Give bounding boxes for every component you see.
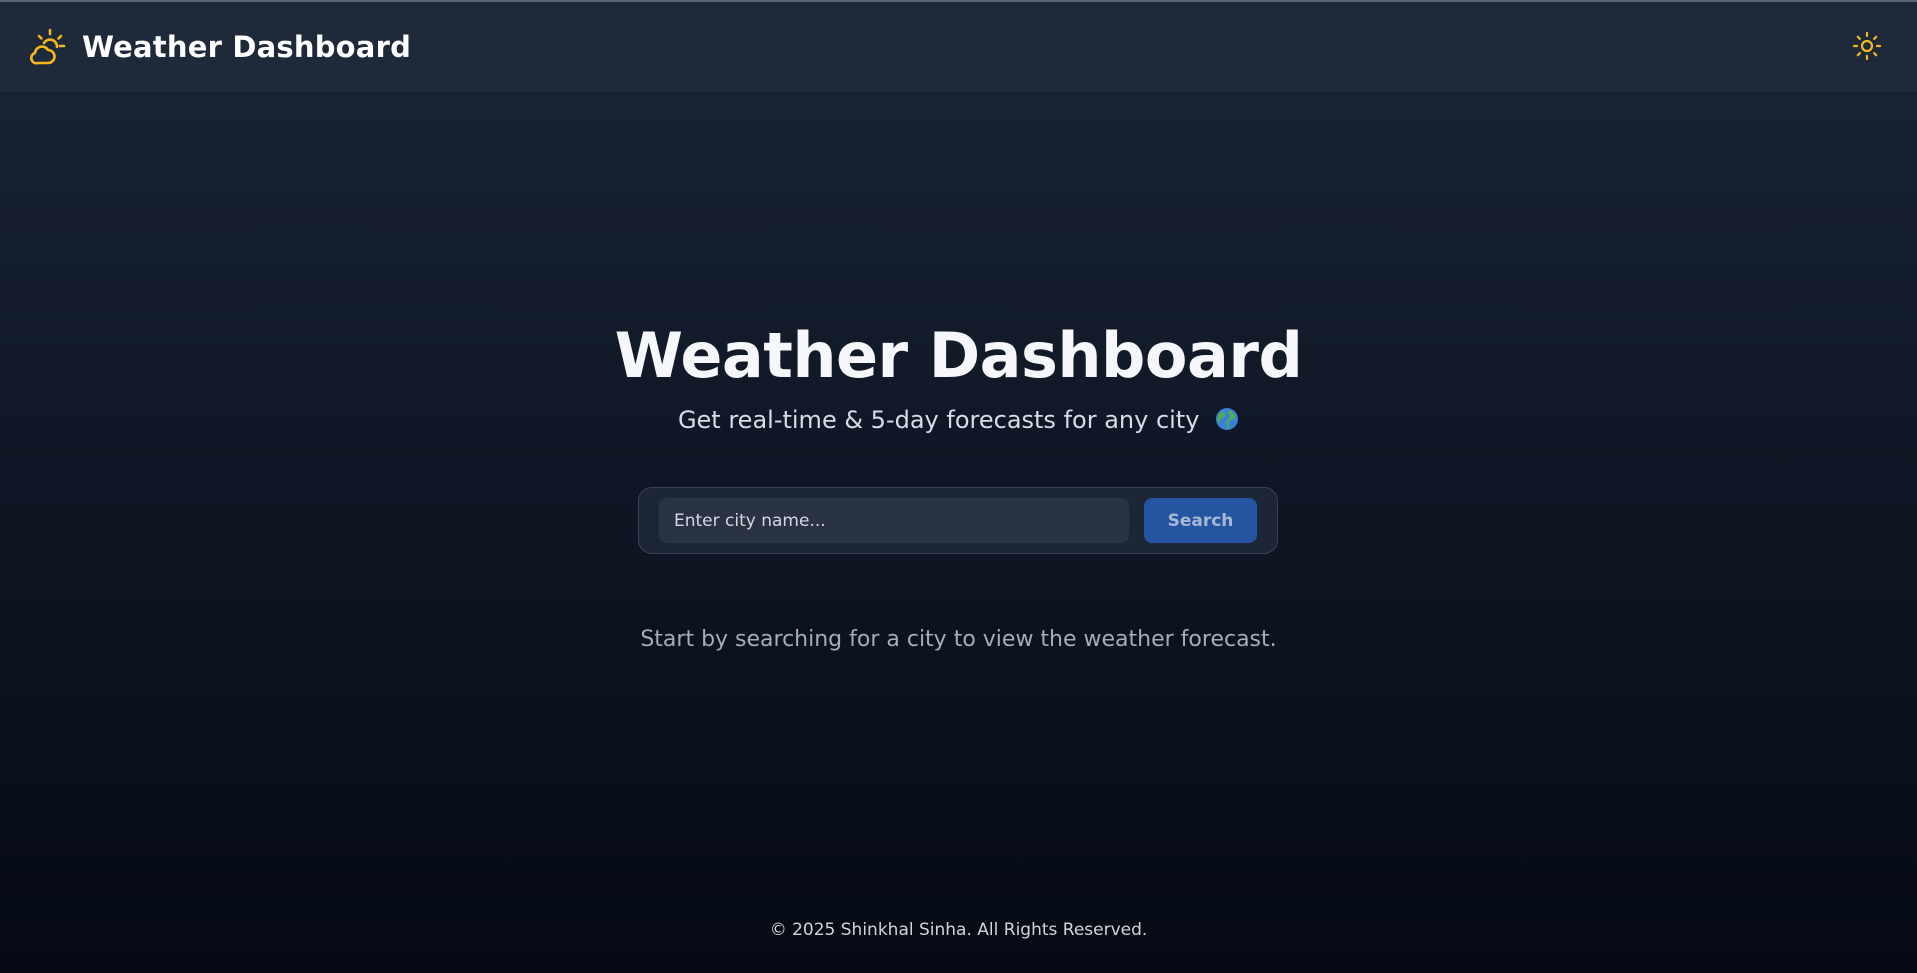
page-subtitle: Get real-time & 5-day forecasts for any …: [0, 406, 1917, 437]
sun-behind-cloud-icon: [28, 27, 68, 67]
search-button[interactable]: Search: [1144, 498, 1257, 543]
globe-icon: [1215, 407, 1239, 437]
brand[interactable]: Weather Dashboard: [28, 27, 411, 67]
footer: © 2025 Shinkhal Sinha. All Rights Reserv…: [0, 920, 1917, 940]
copyright-text: © 2025 Shinkhal Sinha. All Rights Reserv…: [769, 920, 1148, 940]
search-form: Search: [638, 487, 1278, 554]
sun-icon: [1852, 31, 1882, 64]
navbar: Weather Dashboard: [0, 2, 1917, 92]
page-title: Weather Dashboard: [614, 319, 1303, 392]
empty-state-message: Start by searching for a city to view th…: [640, 627, 1277, 652]
hero-section: Weather Dashboard Get real-time & 5-day …: [0, 318, 1917, 437]
city-search-input[interactable]: [659, 498, 1129, 543]
theme-toggle-button[interactable]: [1845, 25, 1889, 69]
app-title: Weather Dashboard: [82, 30, 412, 64]
subtitle-text: Get real-time & 5-day forecasts for any …: [677, 406, 1200, 434]
